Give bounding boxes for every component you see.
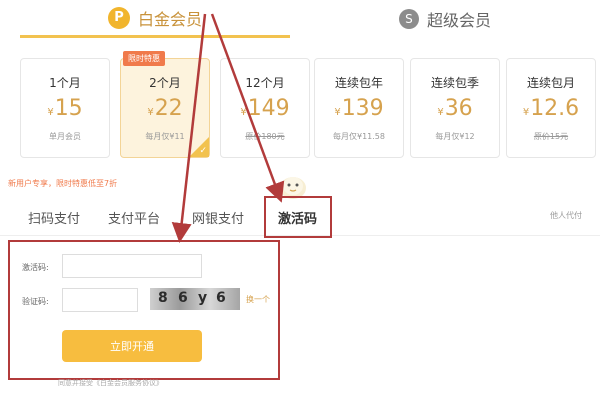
plan-title: 2个月 <box>149 76 181 90</box>
tab-payment-platform[interactable]: 支付平台 <box>108 208 160 227</box>
activation-code-label: 激活码: <box>22 263 49 272</box>
plan-card-monthly-auto[interactable]: 连续包月 ¥12.6 原价15元 <box>506 58 596 158</box>
limited-offer-tag: 限时特惠 <box>123 51 165 66</box>
tab-online-banking[interactable]: 网银支付 <box>192 208 244 227</box>
currency-symbol: ¥ <box>522 107 530 118</box>
tab-platinum-label: 白金会员 <box>137 9 202 29</box>
captcha-glyph: 6 <box>178 290 188 306</box>
plan-card-2-months[interactable]: 限时特惠 2个月 ¥22 每月仅¥11 ✓ <box>120 51 210 158</box>
plan-subtitle: 每月仅¥12 <box>435 132 475 141</box>
plan-price-value: 139 <box>341 96 384 121</box>
plan-card-yearly-auto[interactable]: 连续包年 ¥139 每月仅¥11.58 <box>314 58 404 158</box>
plan-original-price: 原价15元 <box>533 132 569 141</box>
tab-qr-pay[interactable]: 扫码支付 <box>28 208 80 227</box>
captcha-label: 验证码: <box>22 297 49 306</box>
plan-title: 连续包季 <box>430 76 479 90</box>
captcha-glyph: 8 <box>158 290 168 306</box>
captcha-glyph: y <box>198 290 208 306</box>
plan-title: 连续包年 <box>334 76 383 90</box>
currency-symbol: ¥ <box>47 107 54 118</box>
plan-list: 1个月 ¥15 单月会员 限时特惠 2个月 ¥22 每月仅¥11 ✓ 12个月 … <box>20 51 600 160</box>
currency-symbol: ¥ <box>437 107 444 118</box>
activation-form: 激活码: 验证码: 8 6 y 6 换一个 立即开通 <box>8 240 280 380</box>
tab-platinum-member[interactable]: P 白金会员 <box>20 0 290 38</box>
membership-tabs: P 白金会员 S 超级会员 <box>10 0 590 38</box>
checkmark-icon: ✓ <box>199 146 207 156</box>
plan-price: ¥15 <box>21 97 109 125</box>
plan-title: 12个月 <box>245 76 285 90</box>
plan-card-12-months[interactable]: 12个月 ¥149 原价180元 <box>220 58 310 158</box>
currency-symbol: ¥ <box>147 107 154 118</box>
plan-price: ¥36 <box>411 97 499 125</box>
agreement-text: 同意并接受《白金会员服务协议》 <box>58 379 163 387</box>
plan-title: 连续包月 <box>526 76 575 90</box>
plan-title: 1个月 <box>49 76 81 90</box>
plan-price-value: 15 <box>54 96 83 121</box>
super-s-icon: S <box>398 9 419 29</box>
captcha-input[interactable] <box>62 288 138 312</box>
plan-price-value: 149 <box>247 96 290 121</box>
plan-price-value: 12.6 <box>530 96 580 121</box>
activation-code-input[interactable] <box>62 254 202 278</box>
tab-super-label: 超级会员 <box>426 11 491 30</box>
currency-symbol: ¥ <box>334 107 341 118</box>
plan-subtitle: 每月仅¥11.58 <box>333 132 385 141</box>
refresh-captcha-link[interactable]: 换一个 <box>246 294 270 305</box>
promo-text: 新用户专享，限时特惠低至7折 <box>8 179 118 188</box>
platinum-p-icon: P <box>107 6 130 29</box>
plan-price: ¥22 <box>121 97 209 125</box>
plan-subtitle: 单月会员 <box>49 132 81 141</box>
plan-card-1-month[interactable]: 1个月 ¥15 单月会员 <box>20 58 110 158</box>
captcha-image[interactable]: 8 6 y 6 <box>150 288 240 310</box>
plan-price: ¥139 <box>315 97 403 125</box>
plan-card-quarterly-auto[interactable]: 连续包季 ¥36 每月仅¥12 <box>410 58 500 158</box>
activate-now-button[interactable]: 立即开通 <box>62 330 202 362</box>
other-pay-link[interactable]: 他人代付 <box>550 210 582 221</box>
plan-price-value: 22 <box>154 96 183 121</box>
currency-symbol: ¥ <box>240 107 247 118</box>
plan-original-price: 原价180元 <box>245 132 285 141</box>
tab-super-member[interactable]: S 超级会员 <box>310 0 580 38</box>
activation-tab-highlight <box>264 196 332 238</box>
plan-price-value: 36 <box>444 96 473 121</box>
captcha-glyph: 6 <box>216 290 226 306</box>
plan-price: ¥12.6 <box>507 97 595 125</box>
plan-price: ¥149 <box>221 97 309 125</box>
